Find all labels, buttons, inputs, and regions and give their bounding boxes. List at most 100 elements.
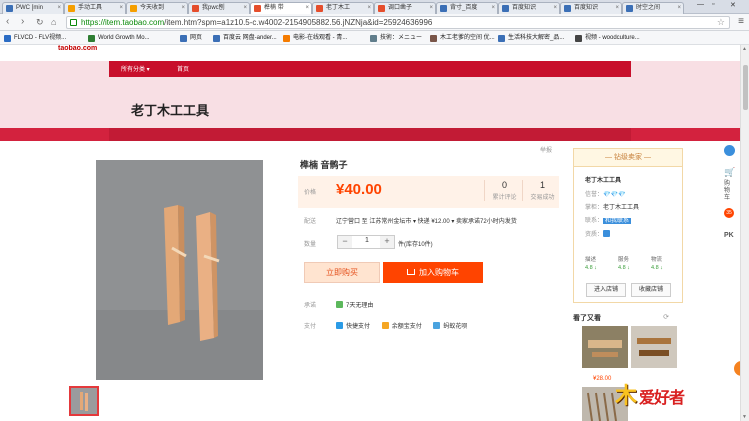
shop-name[interactable]: 老丁木工工具 xyxy=(131,100,209,119)
score-service: 服务 4.8 ↓ xyxy=(618,256,630,272)
bookmark-item[interactable]: 视频 - woodculture... xyxy=(575,33,640,43)
cart-count-badge: 35 xyxy=(724,208,734,218)
scroll-down-icon[interactable]: ▼ xyxy=(742,414,747,420)
scrollbar-thumb[interactable] xyxy=(743,65,748,110)
tab-label: 手动工具 xyxy=(78,5,103,11)
page-scrollbar[interactable]: ▲ ▼ xyxy=(740,45,749,421)
tab-close-icon[interactable]: × xyxy=(181,3,185,14)
similar-item-image[interactable] xyxy=(631,326,677,368)
tab-close-icon[interactable]: × xyxy=(429,3,433,14)
tab-close-icon[interactable]: × xyxy=(243,3,247,14)
similar-item-image[interactable] xyxy=(582,326,628,368)
payment-row: 支付 快捷支付 余额宝支付 蚂蚁花呗 xyxy=(304,321,467,330)
similar-photo-1 xyxy=(582,326,628,368)
bookmark-icon xyxy=(575,35,582,42)
browser-tab[interactable]: 百度知识 × xyxy=(498,2,560,14)
favicon-icon xyxy=(316,5,323,12)
seller-name[interactable]: 老丁木工工具 xyxy=(585,175,621,184)
browser-tab[interactable]: 今天收到 × xyxy=(126,2,188,14)
cart-icon xyxy=(407,269,415,275)
reload-icon[interactable]: ↻ xyxy=(36,16,44,28)
product-thumbnail[interactable] xyxy=(69,386,99,416)
shield-icon xyxy=(336,301,343,308)
sales-stat: 1 交易成功 xyxy=(522,180,562,201)
enter-shop-button[interactable]: 进入店铺 xyxy=(586,283,626,297)
score-logistics: 物流 4.8 ↓ xyxy=(651,256,663,272)
wangwang-icon[interactable] xyxy=(724,145,735,156)
browser-tab[interactable]: PWC [min × xyxy=(2,2,64,14)
pk-button[interactable]: PK xyxy=(724,232,738,239)
owner-name[interactable]: 老丁木工工具 xyxy=(603,205,639,211)
browser-tab[interactable]: 背寸_百度 × xyxy=(436,2,498,14)
nav-all-categories[interactable]: 所有分类 ▾ xyxy=(121,64,150,73)
report-link[interactable]: 举报 xyxy=(540,145,552,154)
shipping-text[interactable]: 辽宁营口 至 江苏常州金坛市 ▾ 快递 ¥12.00 ▾ 卖家承诺72小时内发货 xyxy=(336,219,517,225)
bookmark-item[interactable]: 生活科技大解密_品... xyxy=(498,33,564,43)
favicon-icon xyxy=(6,5,13,12)
scroll-up-icon[interactable]: ▲ xyxy=(742,46,747,52)
tab-close-icon[interactable]: × xyxy=(57,3,61,14)
reviews-count: 0 xyxy=(501,180,507,190)
bookmark-star-icon[interactable]: ☆ xyxy=(717,17,725,28)
favicon-icon xyxy=(378,5,385,12)
tab-close-icon[interactable]: × xyxy=(119,3,123,14)
taobao-logo[interactable]: taobao.com xyxy=(58,45,97,52)
close-window-icon[interactable]: ✕ xyxy=(730,1,736,9)
seller-panel: — 钻级卖家 — 老丁木工工具 信誉：💎💎💎 掌柜：老丁木工工具 联系： 和我联系… xyxy=(573,148,683,303)
tab-label: 我pwc刨 xyxy=(202,5,225,11)
add-to-cart-button[interactable]: 加入购物车 xyxy=(383,262,483,283)
browser-tab[interactable]: 百度知识 × xyxy=(560,2,622,14)
toolbar-cart-label[interactable]: 购物车 xyxy=(724,181,732,202)
browser-tab[interactable]: 调口凿子 × xyxy=(374,2,436,14)
product-main-image[interactable] xyxy=(96,160,263,380)
quantity-input[interactable]: 1 xyxy=(353,237,381,244)
tab-label: 老丁木工 xyxy=(326,5,351,11)
address-bar[interactable]: https://item.taobao.com/item.htm?spm=a1z… xyxy=(66,16,730,29)
increase-quantity-button[interactable]: + xyxy=(380,236,394,248)
refresh-icon[interactable]: ⟳ xyxy=(663,313,669,321)
favorite-shop-button[interactable]: 收藏店铺 xyxy=(631,283,671,297)
tab-close-icon[interactable]: × xyxy=(367,3,371,14)
bookmark-item[interactable]: 百度云 网盘-ander... xyxy=(213,33,277,43)
huabei-icon xyxy=(433,322,441,329)
bookmark-item[interactable]: 技術：メニュー xyxy=(370,33,422,43)
home-icon[interactable]: ⌂ xyxy=(51,16,56,28)
promise-text[interactable]: 7天无理由 xyxy=(346,303,373,309)
back-icon[interactable]: ‹ xyxy=(6,16,9,28)
bookmark-item[interactable]: 木工老爹的空间 优... xyxy=(430,33,495,43)
qual-label: 资质： xyxy=(585,232,604,238)
promise-row: 承诺 7天无理由 xyxy=(304,300,373,309)
bookmarks-bar: FLVCD - FLV视频... World Growth Mo... 网页 百度云 … xyxy=(0,31,749,45)
bookmark-item[interactable]: World Growth Mo... xyxy=(88,33,150,43)
thumbnail-photo xyxy=(71,388,97,414)
browser-menu-icon[interactable]: ≡ xyxy=(738,16,744,27)
tab-close-icon[interactable]: × xyxy=(553,3,557,14)
browser-tab[interactable]: 时空之间 × xyxy=(622,2,684,14)
tab-close-icon[interactable]: × xyxy=(677,3,681,14)
qualification-icon[interactable] xyxy=(603,230,611,237)
buy-now-button[interactable]: 立即购买 xyxy=(304,262,380,283)
bookmark-icon xyxy=(430,35,437,42)
bookmark-item[interactable]: 网页 xyxy=(180,33,202,43)
bookmark-item[interactable]: 电影-在线观看 - 青... xyxy=(283,33,347,43)
browser-tab[interactable]: 我pwc刨 × xyxy=(188,2,250,14)
maximize-icon[interactable]: ▫ xyxy=(712,1,714,8)
tab-close-icon[interactable]: × xyxy=(615,3,619,14)
tab-label: 背寸_百度 xyxy=(450,5,478,11)
tab-label: 调口凿子 xyxy=(388,5,413,11)
browser-tab[interactable]: 手动工具 × xyxy=(64,2,126,14)
taobao-header-strip: taobao.com xyxy=(0,45,740,61)
forward-icon[interactable]: › xyxy=(21,16,24,28)
tab-close-icon[interactable]: × xyxy=(305,3,309,14)
contact-button[interactable]: 和我联系 xyxy=(603,218,632,224)
browser-tab[interactable]: 老丁木工 × xyxy=(312,2,374,14)
cart-icon[interactable]: 🛒 xyxy=(724,167,735,178)
bookmark-item[interactable]: FLVCD - FLV视频... xyxy=(4,33,66,43)
score-label: 描述 xyxy=(585,257,597,263)
nav-home[interactable]: 首页 xyxy=(177,64,189,73)
decrease-quantity-button[interactable]: − xyxy=(338,236,352,248)
tab-close-icon[interactable]: × xyxy=(491,3,495,14)
minimize-icon[interactable]: — xyxy=(697,1,704,8)
promise-label: 承诺 xyxy=(304,303,317,309)
reviews-stat[interactable]: 0 累计评论 xyxy=(484,180,524,201)
